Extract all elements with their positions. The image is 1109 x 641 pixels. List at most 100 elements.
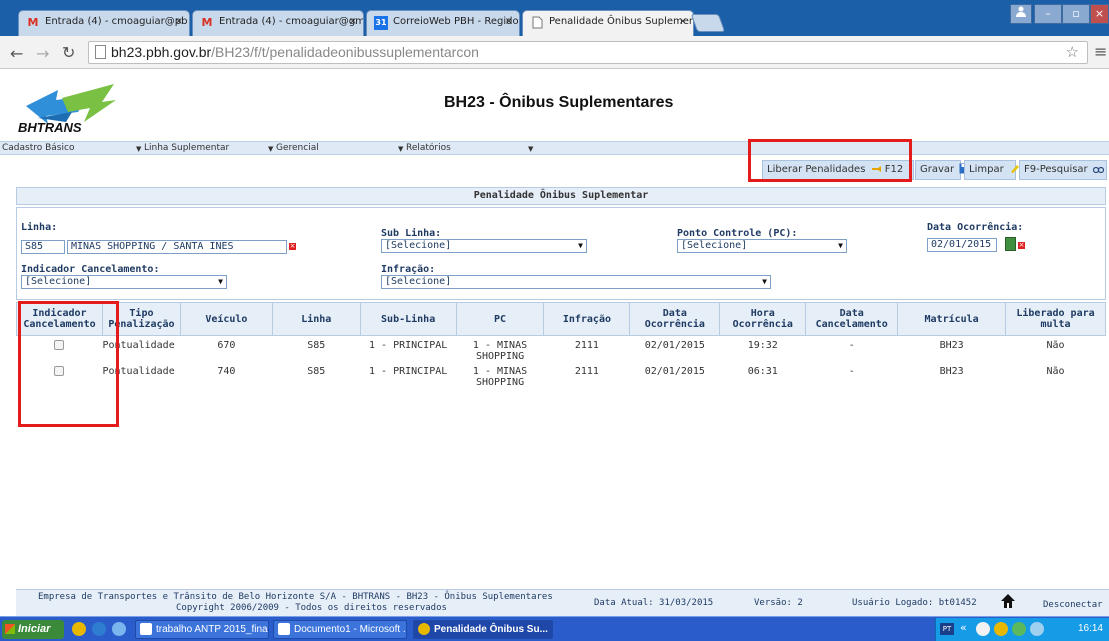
chevron-down-icon[interactable]: ▼	[528, 145, 533, 153]
col-veiculo[interactable]: Veículo	[179, 302, 273, 336]
tray-app-icon[interactable]	[976, 622, 990, 636]
search-button[interactable]: F9-Pesquisar	[1019, 160, 1107, 180]
bookmark-star-icon[interactable]: ☆	[1066, 42, 1079, 63]
profile-icon[interactable]	[1010, 4, 1032, 24]
chrome-quick-icon[interactable]	[72, 622, 86, 636]
chevron-down-icon: ▼	[578, 241, 583, 250]
highlight-box-toolbar	[748, 139, 912, 182]
address-bar[interactable]: bh23.pbh.gov.br/BH23/f/t/penalidadeonibu…	[88, 41, 1088, 64]
col-sublinha[interactable]: Sub-Linha	[359, 302, 457, 336]
save-button[interactable]: Gravar	[915, 160, 970, 180]
footer-copyright: Copyright 2006/2009 - Todos os direitos …	[176, 603, 447, 613]
chevron-down-icon[interactable]: ▼	[398, 145, 403, 153]
cell-liberado: Não	[1046, 366, 1065, 377]
footer-date: Data Atual: 31/03/2015	[594, 598, 714, 608]
start-label: Iniciar	[18, 623, 51, 635]
menu-cadastro-basico[interactable]: Cadastro Básico	[2, 143, 74, 153]
linha-name-input[interactable]: MINAS SHOPPING / SANTA INES	[67, 240, 287, 254]
data-ocorrencia-input[interactable]: 02/01/2015	[927, 238, 997, 252]
browser-tab-penalidade[interactable]: Penalidade Ônibus Suplemen ×	[522, 10, 694, 36]
chevron-down-icon[interactable]: ▼	[136, 145, 141, 153]
col-infracao[interactable]: Infração	[543, 302, 631, 336]
table-row: Pontualidade 740 S85 1 - PRINCIPAL 1 - M…	[17, 362, 1106, 388]
url-path: /BH23/f/t/penalidadeonibussuplementarcon	[211, 44, 479, 60]
indicador-cancelamento-label: Indicador Cancelamento:	[21, 264, 160, 275]
logo-text: BHTRANS	[18, 120, 82, 135]
forward-arrow-icon[interactable]: →	[36, 44, 49, 63]
tab-title: Entrada (4) - cmoaguiar@pb	[45, 16, 188, 27]
clear-label: Limpar	[969, 164, 1004, 175]
filter-form: Linha: S85 MINAS SHOPPING / SANTA INES ×…	[16, 207, 1106, 300]
menu-linha-suplementar[interactable]: Linha Suplementar	[144, 143, 229, 153]
tray-network-icon[interactable]	[1012, 622, 1026, 636]
minimize-window-icon[interactable]: –	[1034, 4, 1062, 24]
tray-volume-icon[interactable]	[1030, 622, 1044, 636]
ie-quick-icon[interactable]	[92, 622, 106, 636]
binoculars-icon	[1092, 166, 1104, 174]
col-pc[interactable]: PC	[455, 302, 545, 336]
close-tab-icon[interactable]: ×	[349, 16, 357, 27]
footer-user: Usuário Logado: bt01452	[852, 598, 977, 608]
taskbar-item-word-1[interactable]: trabalho ANTP 2015_fina...	[135, 620, 269, 639]
data-ocorrencia-label: Data Ocorrência:	[927, 222, 1024, 233]
back-arrow-icon[interactable]: ←	[10, 44, 23, 63]
browser-tab-gmail-2[interactable]: M Entrada (4) - cmoaguiar@gm ×	[192, 10, 364, 36]
sublinha-select[interactable]: [Selecione] ▼	[381, 239, 587, 253]
col-linha[interactable]: Linha	[271, 302, 361, 336]
chevron-down-icon[interactable]: ▼	[268, 145, 273, 153]
explorer-quick-icon[interactable]	[112, 622, 126, 636]
col-liberado[interactable]: Liberado para multa	[1005, 302, 1106, 336]
menu-icon[interactable]: ≡	[1094, 42, 1107, 61]
cell-infracao: 2111	[574, 366, 599, 377]
pc-select[interactable]: [Selecione] ▼	[677, 239, 847, 253]
clear-linha-icon[interactable]: ×	[289, 243, 296, 250]
reload-icon[interactable]: ↻	[62, 43, 75, 62]
infracao-select[interactable]: [Selecione] ▼	[381, 275, 771, 289]
new-tab-button[interactable]	[690, 14, 726, 32]
start-button[interactable]: Iniciar	[2, 620, 64, 639]
clock: 16:14	[1077, 623, 1103, 634]
close-tab-icon[interactable]: ×	[505, 16, 513, 27]
indicador-cancelamento-select[interactable]: [Selecione] ▼	[21, 275, 227, 289]
clear-date-icon[interactable]: ×	[1018, 242, 1025, 249]
footer-version: Versão: 2	[754, 598, 803, 608]
cell-veiculo: 670	[217, 340, 236, 351]
chevron-down-icon: ▼	[218, 277, 223, 286]
linha-code-input[interactable]: S85	[21, 240, 65, 254]
browser-tab-gmail-1[interactable]: M Entrada (4) - cmoaguiar@pb ×	[18, 10, 190, 36]
cell-hora: 19:32	[747, 340, 778, 351]
language-icon[interactable]: PT	[940, 623, 954, 635]
os-taskbar: Iniciar trabalho ANTP 2015_fina... Docum…	[0, 616, 1109, 641]
tray-chrome-icon[interactable]	[994, 622, 1008, 636]
clear-button[interactable]: Limpar	[964, 160, 1019, 180]
cell-infracao: 2111	[574, 340, 599, 351]
logout-link[interactable]: Desconectar	[1043, 600, 1103, 610]
tab-title: Entrada (4) - cmoaguiar@gm	[219, 16, 364, 27]
section-title: Penalidade Ônibus Suplementar	[16, 187, 1106, 205]
col-hora-ocorrencia[interactable]: Hora Ocorrência	[719, 302, 807, 336]
browser-tab-correioweb[interactable]: 31 CorreioWeb PBH - Regido pe ×	[366, 10, 520, 36]
menu-relatorios[interactable]: Relatórios	[406, 143, 451, 153]
col-data-ocorrencia[interactable]: Data Ocorrência	[629, 302, 721, 336]
tab-title: Penalidade Ônibus Suplemen	[549, 16, 694, 27]
menu-gerencial[interactable]: Gerencial	[276, 143, 319, 153]
close-tab-icon[interactable]: ×	[679, 16, 687, 27]
home-icon[interactable]	[1000, 593, 1016, 609]
close-window-icon[interactable]: ×	[1090, 4, 1109, 24]
maximize-window-icon[interactable]: ▫	[1062, 4, 1090, 24]
main-menu: Cadastro Básico ▼ Linha Suplementar ▼ Ge…	[0, 141, 1109, 155]
pc-label: Ponto Controle (PC):	[677, 228, 798, 239]
search-label: F9-Pesquisar	[1024, 164, 1088, 175]
close-tab-icon[interactable]: ×	[175, 16, 183, 27]
taskbar-item-chrome[interactable]: Penalidade Ônibus Su...	[413, 620, 553, 639]
tray-expand-icon[interactable]: «	[960, 621, 967, 634]
col-data-cancelamento[interactable]: Data Cancelamento	[805, 302, 899, 336]
col-matricula[interactable]: Matrícula	[897, 302, 1007, 336]
infracao-value: [Selecione]	[385, 276, 452, 287]
chevron-down-icon: ▼	[838, 241, 843, 250]
tab-title: CorreioWeb PBH - Regido pe	[393, 16, 519, 27]
taskbar-item-word-2[interactable]: Documento1 - Microsoft ...	[273, 620, 407, 639]
page-footer: Empresa de Transportes e Trânsito de Bel…	[16, 589, 1109, 616]
calendar-icon[interactable]	[1005, 237, 1016, 251]
system-tray: PT « 16:14	[935, 618, 1109, 641]
